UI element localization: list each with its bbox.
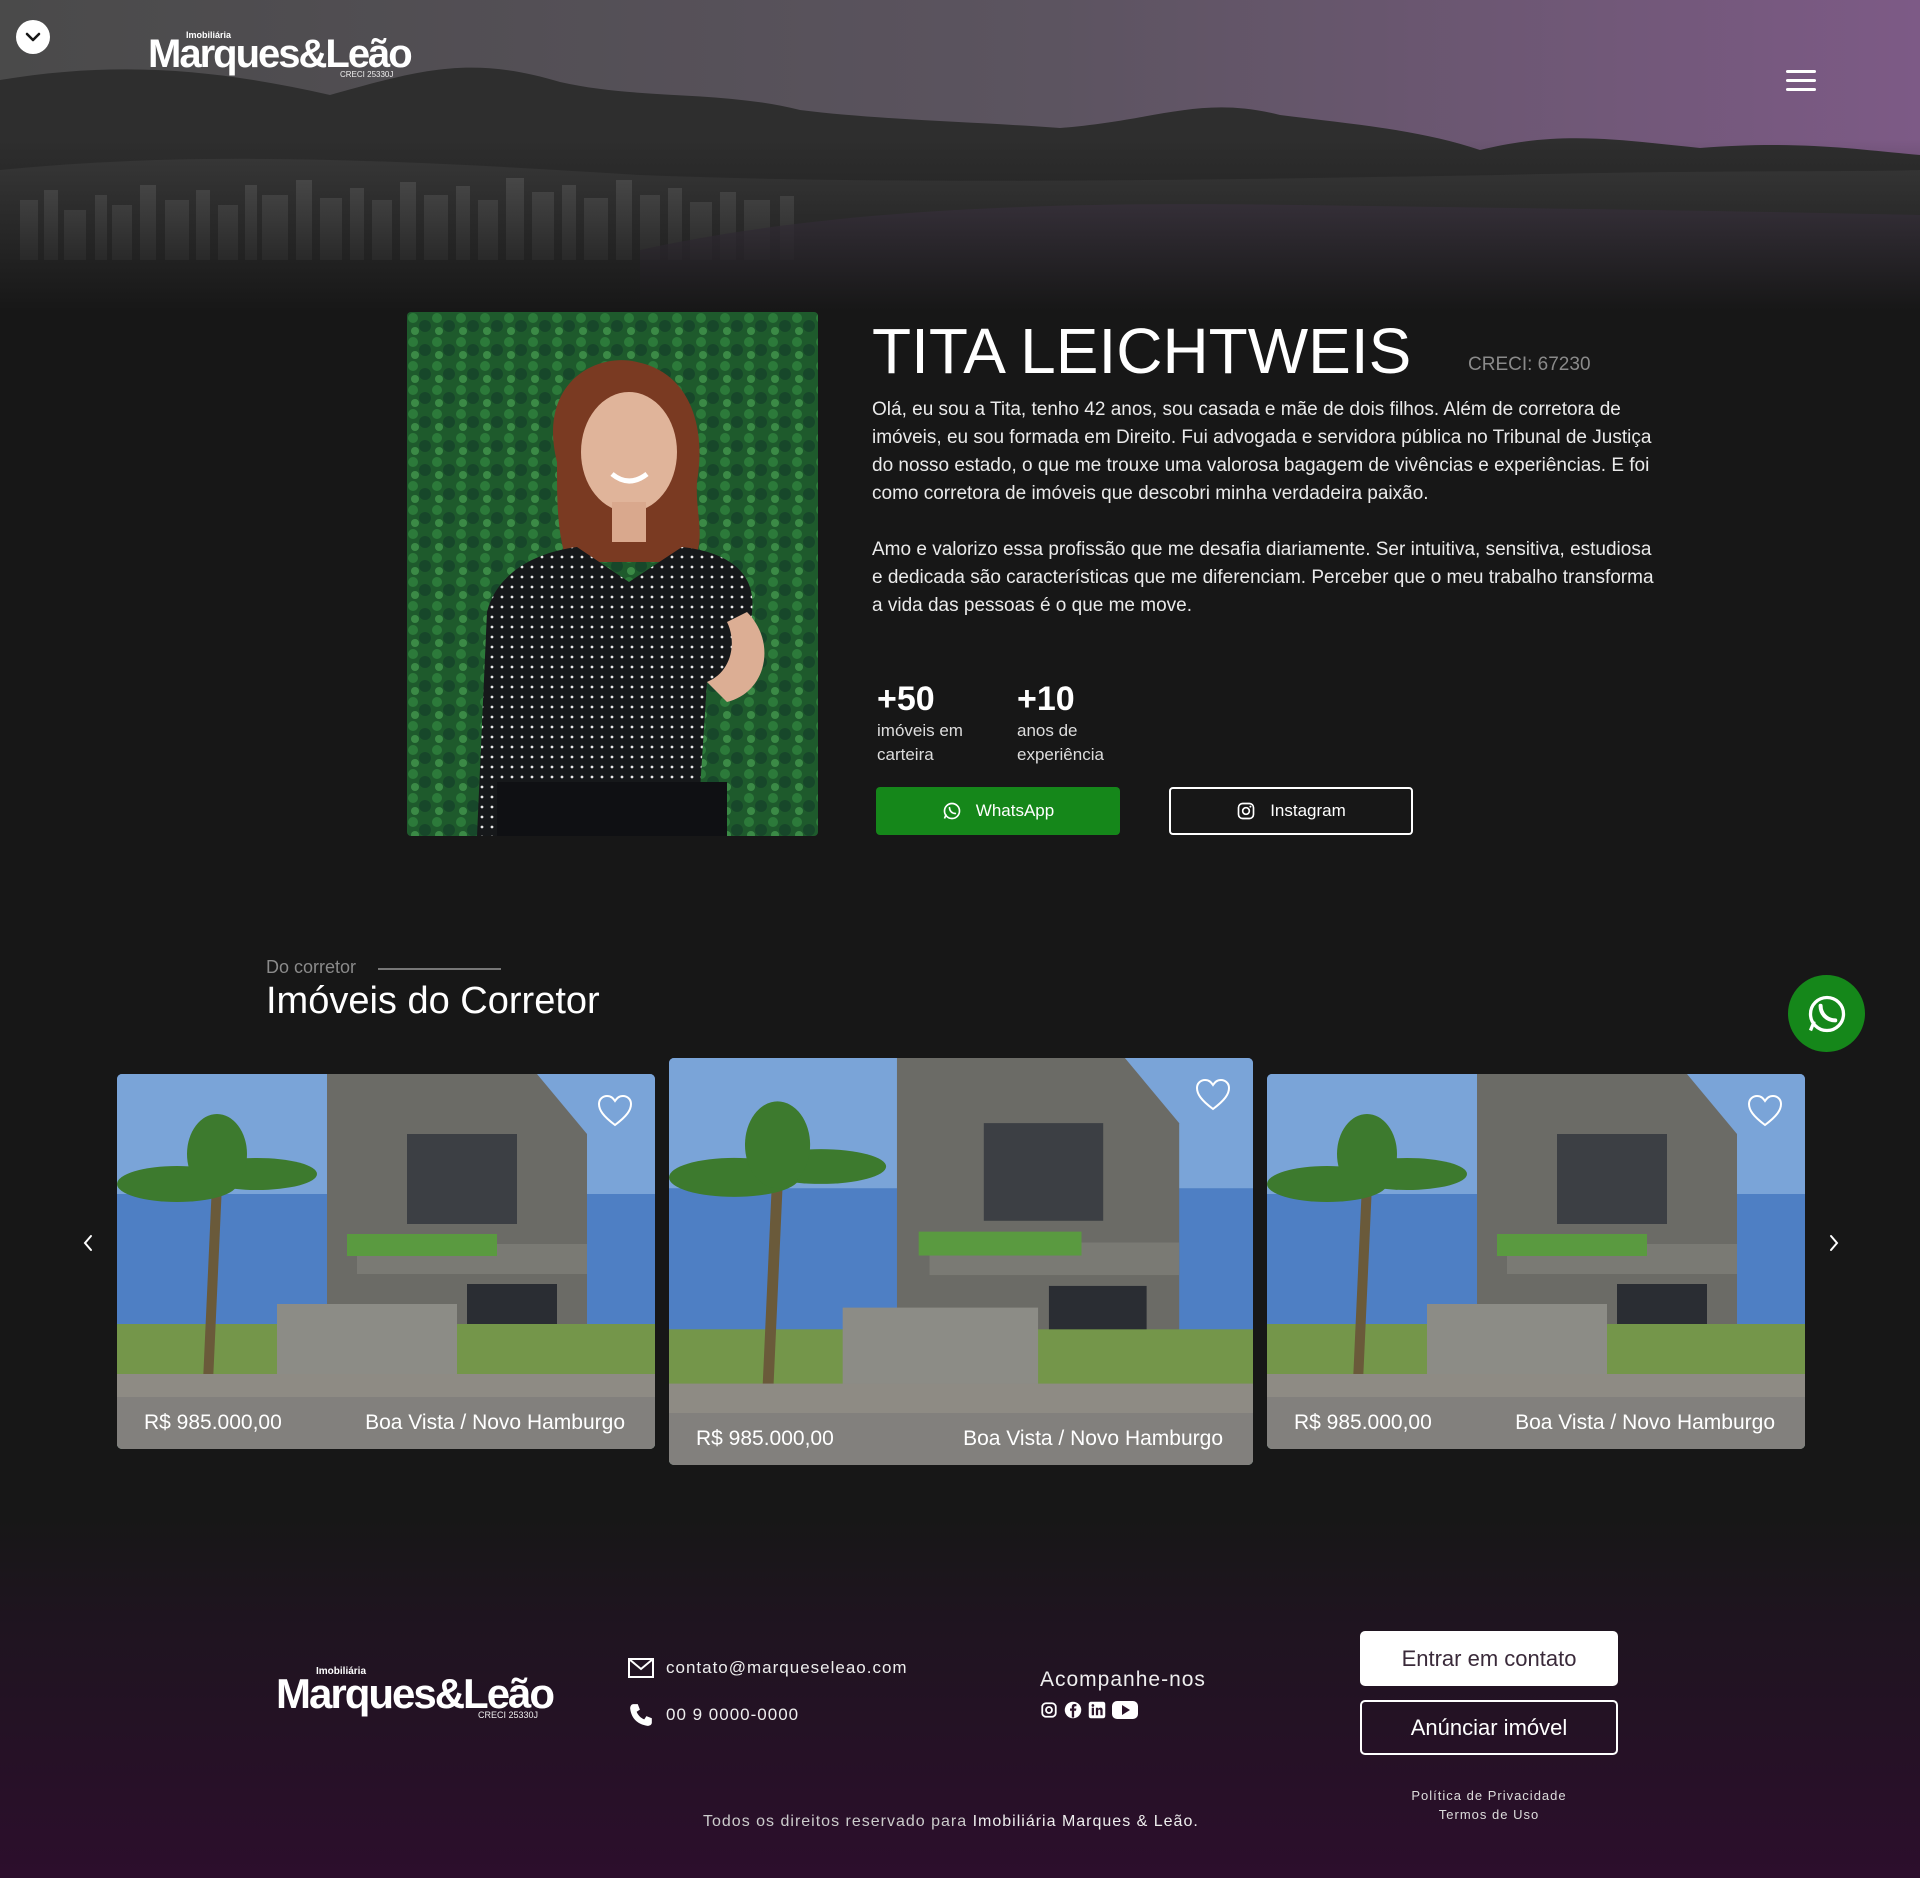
agent-name: TITA LEICHTWEIS bbox=[872, 315, 1412, 387]
section-title: Imóveis do Corretor bbox=[266, 980, 600, 1022]
instagram-icon bbox=[1041, 1702, 1057, 1718]
chevron-right-icon bbox=[1830, 1235, 1839, 1251]
terms-of-use-link[interactable]: Termos de Uso bbox=[1360, 1807, 1618, 1822]
follow-label: Acompanhe-nos bbox=[1040, 1668, 1206, 1691]
bio-paragraph: Olá, eu sou a Tita, tenho 42 anos, sou c… bbox=[872, 399, 1652, 504]
property-image bbox=[669, 1058, 1253, 1465]
card-caption: R$ 985.000,00 Boa Vista / Novo Hamburgo bbox=[669, 1413, 1253, 1465]
facebook-icon bbox=[1064, 1701, 1082, 1719]
stat-value: +10 bbox=[1017, 680, 1075, 718]
facebook-link[interactable] bbox=[1064, 1701, 1082, 1719]
chevron-left-icon bbox=[83, 1235, 92, 1251]
linkedin-link[interactable] bbox=[1088, 1701, 1106, 1719]
section-eyebrow: Do corretor bbox=[266, 957, 357, 977]
property-price: R$ 985.000,00 bbox=[696, 1427, 834, 1450]
footer-logo[interactable]: Imobiliária Marques&Leão CRECI 25330J bbox=[276, 1664, 555, 1724]
instagram-button[interactable]: Instagram bbox=[1169, 787, 1413, 835]
property-price: R$ 985.000,00 bbox=[1294, 1411, 1432, 1434]
youtube-link[interactable] bbox=[1112, 1700, 1138, 1720]
menu-icon[interactable] bbox=[1786, 70, 1816, 94]
heart-icon[interactable] bbox=[1747, 1094, 1783, 1128]
footer-phone[interactable]: 00 9 0000-0000 bbox=[628, 1702, 799, 1728]
instagram-icon bbox=[1237, 802, 1255, 820]
carousel-next-button[interactable] bbox=[1824, 1228, 1844, 1258]
instagram-label: Instagram bbox=[1270, 801, 1346, 820]
divider bbox=[378, 968, 501, 970]
privacy-policy-link[interactable]: Política de Privacidade bbox=[1360, 1788, 1618, 1803]
property-image bbox=[117, 1074, 655, 1449]
collapse-button[interactable] bbox=[16, 20, 50, 54]
whatsapp-icon bbox=[1808, 995, 1845, 1032]
chevron-down-icon bbox=[25, 32, 41, 42]
carousel-prev-button[interactable] bbox=[78, 1228, 98, 1258]
announce-property-button[interactable]: Anúnciar imóvel bbox=[1360, 1700, 1618, 1755]
property-location: Boa Vista / Novo Hamburgo bbox=[365, 1411, 625, 1434]
property-price: R$ 985.000,00 bbox=[144, 1411, 282, 1434]
youtube-icon bbox=[1112, 1701, 1138, 1719]
property-card[interactable]: R$ 985.000,00 Boa Vista / Novo Hamburgo bbox=[1267, 1074, 1805, 1449]
agent-photo bbox=[407, 312, 818, 836]
brand-logo[interactable]: Imobiliária Marques&Leão CRECI 25330J bbox=[148, 28, 413, 84]
phone-text: 00 9 0000-0000 bbox=[666, 1705, 800, 1724]
footer-email[interactable]: contato@marqueseleao.com bbox=[628, 1658, 908, 1678]
social-links bbox=[1040, 1700, 1138, 1720]
whatsapp-floating-button[interactable] bbox=[1788, 975, 1865, 1052]
whatsapp-icon bbox=[943, 802, 961, 820]
stat-value: +50 bbox=[877, 680, 935, 718]
bio-paragraph: Amo e valorizo essa profissão que me des… bbox=[872, 539, 1654, 616]
property-image bbox=[1267, 1074, 1805, 1449]
contact-button[interactable]: Entrar em contato bbox=[1360, 1631, 1618, 1686]
stat-label: anos de experiência bbox=[1017, 721, 1104, 764]
card-caption: R$ 985.000,00 Boa Vista / Novo Hamburgo bbox=[117, 1397, 655, 1449]
phone-icon bbox=[630, 1704, 652, 1726]
agent-bio: Olá, eu sou a Tita, tenho 42 anos, sou c… bbox=[872, 396, 1662, 648]
whatsapp-label: WhatsApp bbox=[975, 801, 1055, 820]
property-location: Boa Vista / Novo Hamburgo bbox=[963, 1427, 1223, 1450]
property-card[interactable]: R$ 985.000,00 Boa Vista / Novo Hamburgo bbox=[117, 1074, 655, 1449]
agent-creci: CRECI: 67230 bbox=[1468, 354, 1591, 375]
heart-icon[interactable] bbox=[1195, 1078, 1231, 1112]
whatsapp-button[interactable]: WhatsApp bbox=[876, 787, 1120, 835]
property-location: Boa Vista / Novo Hamburgo bbox=[1515, 1411, 1775, 1434]
linkedin-icon bbox=[1088, 1701, 1106, 1719]
mail-icon bbox=[628, 1658, 654, 1678]
instagram-link[interactable] bbox=[1040, 1701, 1058, 1719]
copyright-text: Todos os direitos reservado para Imobili… bbox=[703, 1813, 1199, 1830]
email-text: contato@marqueseleao.com bbox=[666, 1658, 908, 1677]
stat-properties: +50 imóveis em carteira bbox=[877, 680, 997, 767]
heart-icon[interactable] bbox=[597, 1094, 633, 1128]
stat-experience: +10 anos de experiência bbox=[1017, 680, 1137, 767]
property-card[interactable]: R$ 985.000,00 Boa Vista / Novo Hamburgo bbox=[669, 1058, 1253, 1465]
card-caption: R$ 985.000,00 Boa Vista / Novo Hamburgo bbox=[1267, 1397, 1805, 1449]
stat-label: imóveis em carteira bbox=[877, 721, 963, 764]
